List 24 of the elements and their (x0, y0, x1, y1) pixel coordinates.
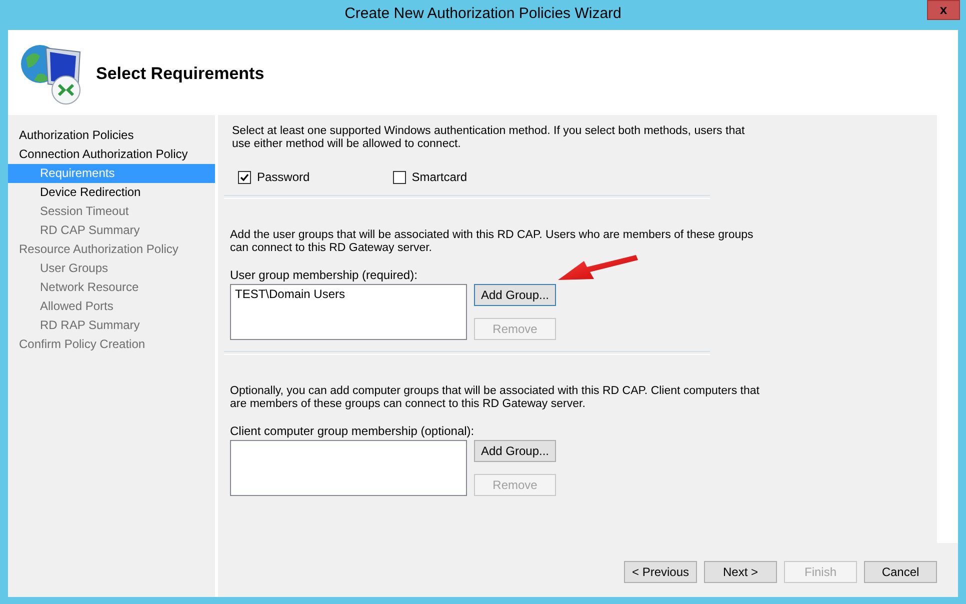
group-description: Optionally, you can add computer groups that will be associated with this RD CAP. Client computers that are members of these groups can connect to this RD Gateway server. (230, 385, 760, 411)
wizard-step[interactable]: Authorization Policies (8, 126, 215, 145)
wizard-step[interactable]: Connection Authorization Policy (8, 145, 215, 164)
group-description: Add the user groups that will be associated with this RD CAP. Users who are members of these groups can connect to this RD Gateway server. (230, 229, 754, 255)
add-group-button[interactable]: Add Group... (474, 440, 556, 462)
auth-description: Select at least one supported Windows authentication method. If you select both methods, users that use either method will be allowed to connect. (231, 125, 746, 151)
close-button[interactable]: x (927, 0, 960, 20)
add-group-button[interactable]: Add Group... (474, 284, 556, 306)
page-title: Select Requirements (96, 64, 264, 84)
wizard-button[interactable]: < Previous (624, 561, 697, 583)
list-label: Client computer group membership (optional): (230, 424, 474, 438)
checkbox[interactable] (238, 170, 251, 184)
checkbox-label: Smartcard (412, 170, 468, 184)
wizard-button[interactable]: Next > (704, 561, 777, 583)
wizard-step[interactable]: Device Redirection (8, 183, 215, 202)
checkbox[interactable] (392, 170, 406, 184)
group-list[interactable] (230, 440, 467, 496)
group-list[interactable]: TEST\Domain Users (230, 284, 467, 340)
list-label: User group membership (required): (230, 268, 418, 282)
wizard-step[interactable]: Requirements (8, 164, 215, 183)
window-title: Create New Authorization Policies Wizard (344, 5, 622, 22)
checkbox-label: Password (257, 170, 310, 184)
list-item[interactable]: TEST\Domain Users (235, 287, 462, 301)
wizard-button[interactable]: Cancel (864, 561, 937, 583)
